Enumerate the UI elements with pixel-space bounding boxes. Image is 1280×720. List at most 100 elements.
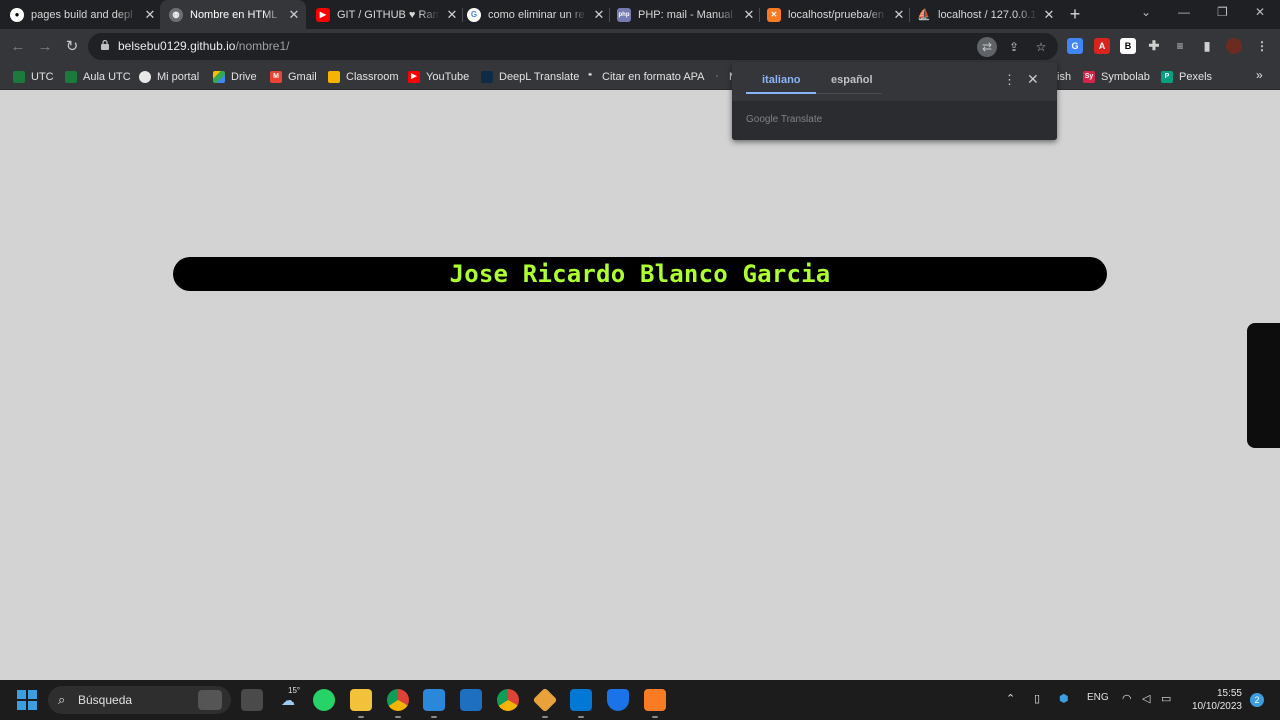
tab-title: PHP: mail - Manual	[638, 8, 733, 21]
name-heading: Jose Ricardo Blanco Garcia	[449, 260, 831, 288]
bookmark-apa[interactable]: ❝ Citar en formato APA	[584, 69, 704, 85]
google-translate-extension-icon[interactable]: G	[1067, 38, 1083, 54]
close-icon[interactable]: ✕	[743, 7, 755, 23]
whatsapp-icon[interactable]	[313, 689, 335, 711]
close-icon[interactable]: ✕	[1043, 7, 1055, 23]
active-tab-indicator	[746, 92, 816, 94]
b-extension-icon[interactable]: B	[1120, 38, 1136, 54]
xampp-icon[interactable]	[644, 689, 666, 711]
side-panel-tab[interactable]	[1247, 323, 1280, 448]
show-hidden-icons-chevron[interactable]: ⌃	[1006, 692, 1015, 705]
bookmark-label: UTC	[31, 71, 54, 83]
profile-avatar[interactable]	[1226, 38, 1242, 54]
translate-source-tab[interactable]: italiano	[762, 74, 801, 86]
tab-php[interactable]: php PHP: mail - Manual ✕	[617, 0, 755, 29]
bookmark-label: Symbolab	[1101, 71, 1150, 83]
tab-youtube[interactable]: ▶ GIT / GITHUB ♥ Ram ✕	[316, 0, 458, 29]
bookmark-ish[interactable]: ish	[1057, 69, 1071, 85]
defender-icon[interactable]	[607, 689, 629, 711]
bookmark-aula-utc[interactable]: Aula UTC	[65, 69, 131, 85]
close-icon[interactable]: ✕	[446, 7, 458, 23]
minimize-button[interactable]: —	[1178, 5, 1190, 19]
reload-button[interactable]: ↻	[63, 38, 81, 56]
name-banner: Jose Ricardo Blanco Garcia	[173, 257, 1107, 291]
translate-popup: italiano español ⋮ ✕ Google Translate	[732, 62, 1057, 140]
share-icon[interactable]: ⇪	[1004, 37, 1024, 57]
maximize-button[interactable]: ❐	[1217, 5, 1228, 19]
bookmark-youtube[interactable]: ▶ YouTube	[408, 69, 469, 85]
close-icon[interactable]: ✕	[144, 7, 156, 23]
tab-phpmyadmin[interactable]: ⛵ localhost / 127.0.0.1 ✕	[917, 0, 1055, 29]
close-icon[interactable]: ✕	[893, 7, 905, 23]
tab-active[interactable]: ◍ Nombre en HTML ✕	[160, 0, 306, 29]
more-bookmarks-button[interactable]: »	[1256, 68, 1263, 82]
bookmark-pexels[interactable]: P Pexels	[1161, 69, 1212, 85]
translate-target-tab[interactable]: español	[831, 74, 873, 86]
tab-separator	[759, 8, 760, 22]
bookmark-drive[interactable]: Drive	[213, 69, 257, 85]
bookmark-label: Gmail	[288, 71, 317, 83]
extensions-puzzle-icon[interactable]: ✚	[1146, 38, 1162, 54]
close-window-button[interactable]: ✕	[1255, 5, 1265, 19]
usb-icon[interactable]: ▯	[1034, 692, 1040, 705]
tab-localhost-prueba[interactable]: ✕ localhost/prueba/en ✕	[767, 0, 905, 29]
language-indicator[interactable]: ENG	[1087, 692, 1109, 703]
bookmark-utc[interactable]: UTC	[13, 69, 54, 85]
volume-muted-icon[interactable]: ◁	[1142, 692, 1150, 705]
acrobat-extension-icon[interactable]: A	[1094, 38, 1110, 54]
url-path: /nombre1/	[235, 39, 290, 53]
battery-icon[interactable]: ▭	[1161, 692, 1171, 705]
chrome-profile-icon[interactable]	[387, 689, 409, 711]
tab-separator	[909, 8, 910, 22]
close-icon[interactable]: ✕	[288, 7, 300, 23]
windows-taskbar: ⌕ Búsqueda ☁ 15° ⌃ ▯ ⬢ ENG ◠ ◁ ▭ 15:55 1…	[0, 680, 1280, 720]
running-indicator	[542, 716, 548, 718]
bookmark-label: Drive	[231, 71, 257, 83]
system-clock[interactable]: 15:55 10/10/2023	[1186, 687, 1242, 713]
tab-github[interactable]: ● pages build and depl ✕	[10, 0, 156, 29]
utc-icon	[65, 71, 77, 83]
git-icon[interactable]	[532, 687, 558, 713]
url-host: belsebu0129.github.io	[118, 39, 236, 53]
chrome-icon[interactable]	[497, 689, 519, 711]
address-bar[interactable]: belsebu0129.github.io/nombre1/ ⇄ ⇪ ☆	[88, 33, 1058, 60]
search-icon: ⌕	[58, 692, 66, 707]
lock-icon	[101, 40, 109, 50]
running-indicator	[358, 716, 364, 718]
new-tab-button[interactable]: +	[1066, 5, 1084, 23]
tab-search-icon[interactable]: ⌄	[1141, 5, 1151, 19]
windows-start-icon[interactable]	[17, 690, 37, 710]
taskbar-search[interactable]: ⌕ Búsqueda	[48, 686, 231, 714]
wifi-icon[interactable]: ◠	[1122, 692, 1132, 705]
visual-studio-icon[interactable]	[460, 689, 482, 711]
bookmark-label: Classroom	[346, 71, 399, 83]
microsoft-store-icon[interactable]	[423, 689, 445, 711]
bookmark-mi-portal[interactable]: Mi portal	[139, 69, 199, 85]
tab-google[interactable]: G como eliminar un re ✕	[467, 0, 605, 29]
tab-strip: ● pages build and depl ✕ ◍ Nombre en HTM…	[0, 0, 1280, 29]
more-options-icon[interactable]: ⋮	[1003, 72, 1016, 88]
url-text[interactable]: belsebu0129.github.io/nombre1/	[118, 39, 289, 53]
close-icon[interactable]: ✕	[593, 7, 605, 23]
bookmark-classroom[interactable]: Classroom	[328, 69, 399, 85]
bookmark-symbolab[interactable]: Sy Symbolab	[1083, 69, 1150, 85]
bookmark-star-icon[interactable]: ☆	[1031, 37, 1051, 57]
google-translate-label: Google Translate	[746, 114, 823, 125]
tab-separator	[609, 8, 610, 22]
bookmark-deepl[interactable]: DeepL Translate	[481, 69, 579, 85]
translate-icon[interactable]: ⇄	[977, 37, 997, 57]
forward-button[interactable]: →	[36, 38, 54, 56]
security-shield-icon[interactable]: ⬢	[1059, 692, 1069, 705]
notification-badge[interactable]: 2	[1250, 693, 1264, 707]
file-explorer-icon[interactable]	[350, 689, 372, 711]
tab-title: localhost / 127.0.0.1	[938, 8, 1037, 21]
back-button[interactable]: ←	[9, 38, 27, 56]
vscode-icon[interactable]	[570, 689, 592, 711]
close-icon[interactable]: ✕	[1027, 71, 1039, 88]
media-controls-icon[interactable]: ≡	[1172, 38, 1188, 54]
browser-toolbar: ← → ↻ belsebu0129.github.io/nombre1/ ⇄ ⇪…	[0, 29, 1280, 64]
task-view-icon[interactable]	[241, 689, 263, 711]
side-panel-icon[interactable]: ▮	[1199, 38, 1215, 54]
bookmark-gmail[interactable]: M Gmail	[270, 69, 317, 85]
menu-kebab-icon[interactable]: ⋮	[1254, 38, 1270, 54]
